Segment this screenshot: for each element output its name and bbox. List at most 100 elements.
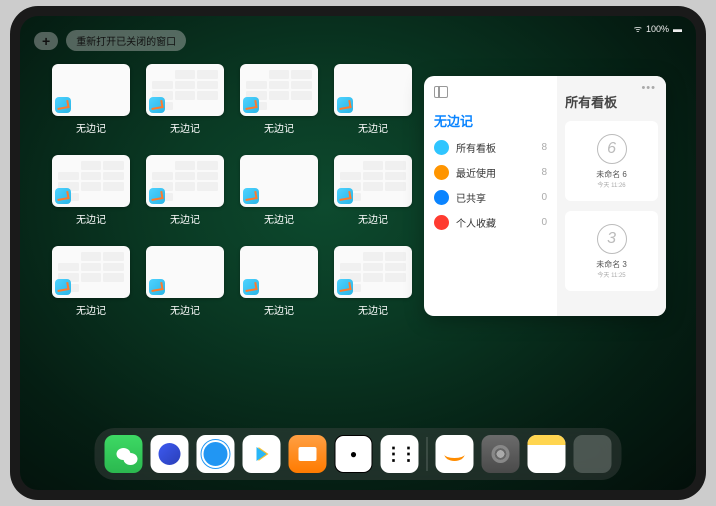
- category-label: 所有看板: [456, 140, 496, 155]
- freeform-app-icon: [149, 188, 165, 204]
- category-item[interactable]: 最近使用 8: [434, 165, 547, 180]
- board-card[interactable]: 6 未命名 6今天 11:26: [565, 121, 658, 201]
- category-item[interactable]: 个人收藏 0: [434, 215, 547, 230]
- window-label: 无边记: [170, 120, 200, 135]
- category-count: 8: [542, 167, 548, 178]
- ipad-frame: ᯤ 100% ▬ + 重新打开已关闭的窗口 无边记无边记无边记无边记无边记无边记…: [10, 6, 706, 500]
- freeform-panel[interactable]: ••• 无边记 所有看板8最近使用8已共享0个人收藏0 所有看板 6未命名 6今…: [424, 76, 666, 316]
- freeform-app-icon: [243, 97, 259, 113]
- window-label: 无边记: [264, 302, 294, 317]
- window-label: 无边记: [358, 120, 388, 135]
- board-name: 未命名 3: [596, 259, 627, 270]
- window-tile[interactable]: 无边记: [334, 64, 412, 135]
- category-count: 0: [542, 217, 548, 228]
- category-icon: [434, 190, 449, 205]
- window-label: 无边记: [358, 302, 388, 317]
- window-thumbnail: [52, 155, 130, 207]
- freeform-app-icon: [243, 188, 259, 204]
- board-sketch: 6: [597, 134, 627, 164]
- reopen-label: 重新打开已关闭的窗口: [76, 33, 176, 48]
- window-thumbnail: [334, 246, 412, 298]
- dock-wechat-icon[interactable]: [105, 435, 143, 473]
- freeform-app-icon: [337, 279, 353, 295]
- more-icon[interactable]: •••: [641, 82, 656, 94]
- dock-dice-icon[interactable]: [335, 435, 373, 473]
- window-thumbnail: [146, 246, 224, 298]
- window-thumbnail: [240, 64, 318, 116]
- window-tile[interactable]: 无边记: [146, 155, 224, 226]
- window-thumbnail: [240, 246, 318, 298]
- dock-separator: [427, 437, 428, 471]
- window-tile[interactable]: 无边记: [146, 246, 224, 317]
- status-bar: ᯤ 100% ▬: [634, 22, 682, 35]
- board-name: 未命名 6: [596, 169, 627, 180]
- battery-text: 100%: [646, 24, 669, 34]
- category-label: 最近使用: [456, 165, 496, 180]
- window-label: 无边记: [358, 211, 388, 226]
- dock-folder-icon[interactable]: [574, 435, 612, 473]
- freeform-app-icon: [55, 188, 71, 204]
- dock-freeform-icon[interactable]: [436, 435, 474, 473]
- freeform-app-icon: [337, 97, 353, 113]
- window-tile[interactable]: 无边记: [240, 246, 318, 317]
- dock-dots-icon[interactable]: [381, 435, 419, 473]
- category-count: 8: [542, 142, 548, 153]
- add-window-button[interactable]: +: [34, 32, 58, 50]
- freeform-app-icon: [149, 279, 165, 295]
- category-item[interactable]: 所有看板 8: [434, 140, 547, 155]
- plus-icon: +: [42, 33, 50, 49]
- board-timestamp: 今天 11:26: [597, 180, 625, 189]
- dock-notes-icon[interactable]: [528, 435, 566, 473]
- freeform-app-icon: [55, 97, 71, 113]
- category-icon: [434, 215, 449, 230]
- board-card[interactable]: 3 未命名 3今天 11:25: [565, 211, 658, 291]
- dock-books-icon[interactable]: [289, 435, 327, 473]
- dock-blue2-icon[interactable]: [197, 435, 235, 473]
- freeform-app-icon: [55, 279, 71, 295]
- dock: [95, 428, 622, 480]
- window-label: 无边记: [264, 120, 294, 135]
- reopen-closed-window-button[interactable]: 重新打开已关闭的窗口: [66, 30, 186, 51]
- sidebar-toggle-icon[interactable]: [434, 86, 448, 98]
- window-tile[interactable]: 无边记: [52, 64, 130, 135]
- category-item[interactable]: 已共享 0: [434, 190, 547, 205]
- window-tile[interactable]: 无边记: [240, 64, 318, 135]
- window-thumbnail: [52, 246, 130, 298]
- panel-sidebar: 无边记 所有看板 8 最近使用 8 已共享 0 个人收藏 0: [424, 76, 557, 316]
- window-label: 无边记: [76, 302, 106, 317]
- window-thumbnail: [334, 64, 412, 116]
- category-label: 个人收藏: [456, 215, 496, 230]
- freeform-app-icon: [243, 279, 259, 295]
- screen: ᯤ 100% ▬ + 重新打开已关闭的窗口 无边记无边记无边记无边记无边记无边记…: [20, 16, 696, 490]
- window-tile[interactable]: 无边记: [52, 246, 130, 317]
- window-thumbnail: [146, 155, 224, 207]
- window-tile[interactable]: 无边记: [146, 64, 224, 135]
- window-label: 无边记: [76, 211, 106, 226]
- window-label: 无边记: [264, 211, 294, 226]
- window-tile[interactable]: 无边记: [52, 155, 130, 226]
- main-title: 所有看板: [565, 92, 658, 111]
- battery-icon: ▬: [673, 24, 682, 34]
- windows-grid: 无边记无边记无边记无边记无边记无边记无边记无边记无边记无边记无边记无边记: [52, 64, 412, 317]
- board-timestamp: 今天 11:25: [597, 270, 625, 279]
- dock-play-icon[interactable]: [243, 435, 281, 473]
- window-tile[interactable]: 无边记: [334, 155, 412, 226]
- category-icon: [434, 140, 449, 155]
- window-tile[interactable]: 无边记: [240, 155, 318, 226]
- window-thumbnail: [146, 64, 224, 116]
- window-thumbnail: [334, 155, 412, 207]
- freeform-app-icon: [149, 97, 165, 113]
- category-count: 0: [542, 192, 548, 203]
- board-sketch: 3: [597, 224, 627, 254]
- window-thumbnail: [240, 155, 318, 207]
- top-buttons: + 重新打开已关闭的窗口: [34, 30, 186, 51]
- window-tile[interactable]: 无边记: [334, 246, 412, 317]
- category-label: 已共享: [456, 190, 486, 205]
- window-label: 无边记: [76, 120, 106, 135]
- dock-settings-icon[interactable]: [482, 435, 520, 473]
- window-label: 无边记: [170, 302, 200, 317]
- wifi-icon: ᯤ: [634, 22, 642, 35]
- sidebar-title: 无边记: [434, 111, 547, 130]
- category-icon: [434, 165, 449, 180]
- dock-blue1-icon[interactable]: [151, 435, 189, 473]
